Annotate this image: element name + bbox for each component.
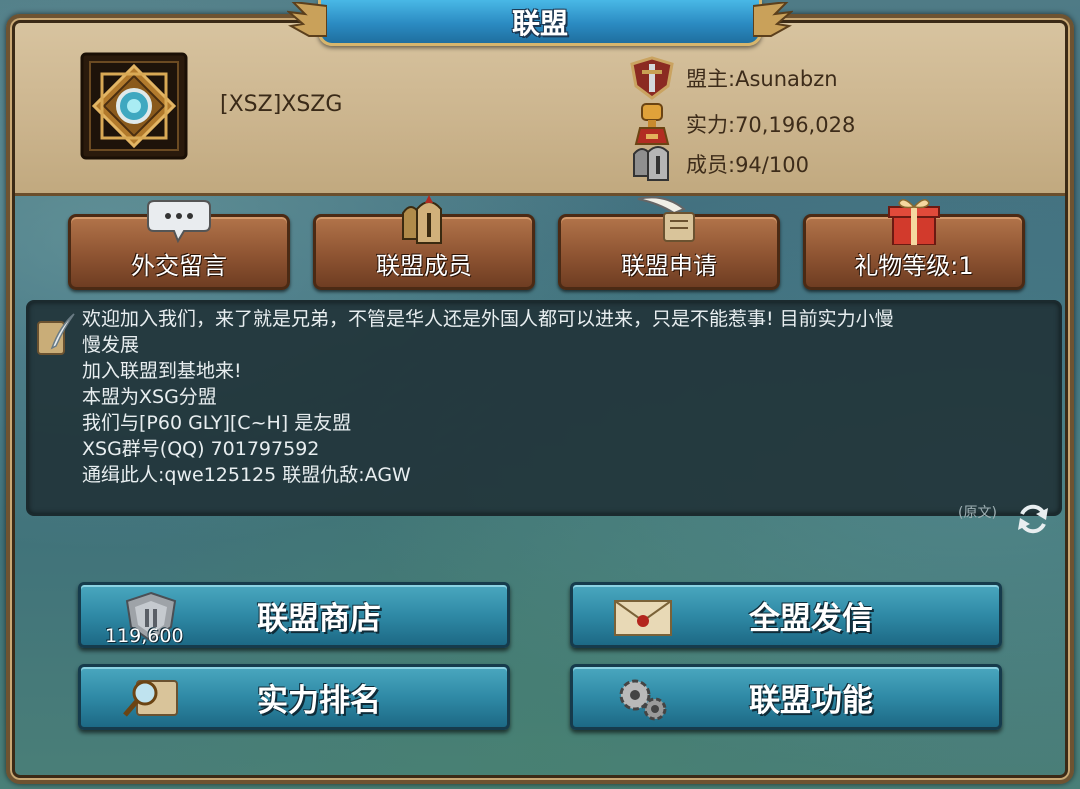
view-original-link[interactable]: (原文)	[958, 502, 997, 522]
message-line: 慢发展	[82, 334, 140, 356]
banner-wing-right-icon	[753, 2, 793, 37]
alliance-name: [XSZ]XSZG	[220, 92, 343, 117]
button-label: 联盟商店	[257, 600, 381, 637]
button-label: 全盟发信	[749, 600, 873, 637]
message-text: 欢迎加入我们，来了就是兄弟，不管是华人还是外国人都可以进来，只是不能惹事! 目前…	[82, 306, 1052, 488]
power-row: 实力:70,196,028	[628, 102, 855, 146]
tab-alliance-applications[interactable]: 联盟申请	[558, 196, 780, 290]
alliance-mail-button[interactable]: 全盟发信	[570, 582, 1002, 648]
refresh-translate-icon[interactable]	[1014, 500, 1052, 538]
tab-diplomacy-messages[interactable]: 外交留言	[68, 200, 290, 290]
alliance-emblem-icon	[80, 52, 188, 160]
tab-gift-level[interactable]: 礼物等级:1	[803, 199, 1025, 290]
alliance-functions-button[interactable]: 联盟功能	[570, 664, 1002, 730]
crest-shield-icon	[630, 56, 674, 100]
alliance-shop-button[interactable]: 119,600 联盟商店	[78, 582, 510, 648]
fist-trophy-icon	[634, 103, 670, 145]
leader-row: 盟主:Asunabzn	[628, 56, 838, 100]
envelope-icon	[614, 600, 672, 636]
members-row: 成员:94/100	[628, 142, 809, 186]
button-label: 实力排名	[257, 682, 381, 719]
message-line: 我们与[P60 GLY][C~H] 是友盟	[82, 412, 352, 434]
helmet-icon	[402, 195, 442, 244]
message-line: 欢迎加入我们，来了就是兄弟，不管是华人还是外国人都可以进来，只是不能惹事! 目前…	[82, 308, 894, 330]
message-line: 通缉此人:qwe125125 联盟仇敌:AGW	[82, 464, 411, 486]
alliance-message-board: 欢迎加入我们，来了就是兄弟，不管是华人还是外国人都可以进来，只是不能惹事! 目前…	[26, 300, 1062, 516]
magnifier-scroll-icon	[123, 680, 178, 717]
tab-label: 联盟成员	[376, 252, 472, 280]
tab-label: 礼物等级:1	[854, 252, 974, 280]
scroll-quill-icon	[37, 313, 75, 355]
message-line: XSG群号(QQ) 701797592	[82, 438, 320, 460]
button-label: 联盟功能	[749, 682, 873, 719]
page-title: 联盟	[511, 6, 568, 40]
tab-label: 外交留言	[131, 252, 227, 280]
helmets-icon	[633, 146, 669, 181]
message-line: 加入联盟到基地来!	[82, 360, 242, 382]
title-banner: 联盟	[287, 0, 793, 46]
message-line: 本盟为XSG分盟	[82, 386, 217, 408]
shop-currency-count: 119,600	[105, 625, 184, 647]
tab-label: 联盟申请	[621, 252, 717, 280]
leader-text: 盟主:Asunabzn	[686, 67, 838, 91]
power-ranking-button[interactable]: 实力排名	[78, 664, 510, 730]
gears-icon	[619, 679, 667, 721]
members-text: 成员:94/100	[686, 153, 809, 177]
power-text: 实力:70,196,028	[686, 113, 856, 137]
speech-bubble-icon	[147, 200, 211, 244]
tab-alliance-members[interactable]: 联盟成员	[313, 195, 535, 290]
banner-wing-left-icon	[287, 2, 327, 37]
quill-scroll-icon	[637, 196, 695, 242]
gift-icon	[888, 199, 940, 245]
